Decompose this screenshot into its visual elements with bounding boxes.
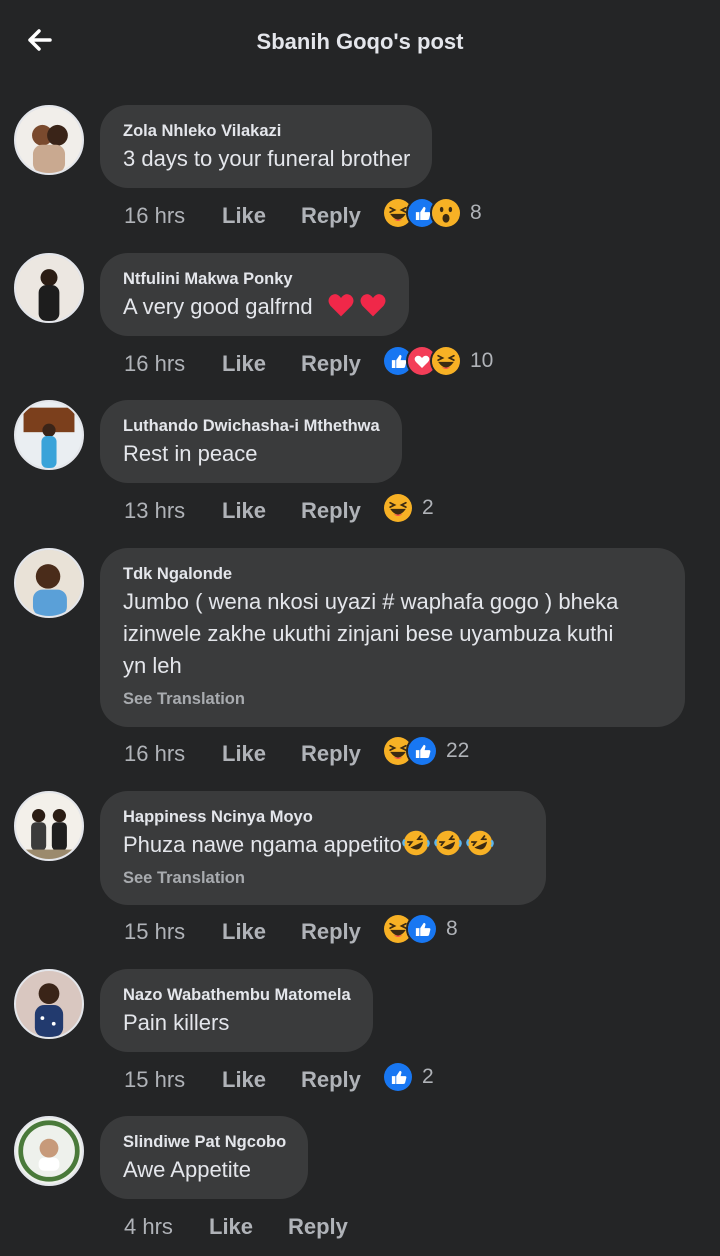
- avatar[interactable]: [14, 791, 84, 861]
- comment-time[interactable]: 13 hrs: [124, 498, 222, 524]
- reaction-summary[interactable]: 2: [382, 491, 434, 525]
- rofl-icon: [466, 829, 494, 857]
- reply-button[interactable]: Reply: [301, 741, 361, 767]
- comment-text: Jumbo ( wena nkosi uyazi # waphafa gogo …: [123, 586, 663, 682]
- avatar[interactable]: [14, 253, 84, 323]
- reaction-summary[interactable]: 22: [382, 734, 469, 768]
- avatar[interactable]: [14, 400, 84, 470]
- wow-icon: [430, 197, 462, 229]
- haha-icon: [430, 345, 462, 377]
- avatar[interactable]: [14, 1116, 84, 1186]
- comment-bubble[interactable]: Zola Nhleko Vilakazi 3 days to your fune…: [100, 105, 433, 188]
- comment-time[interactable]: 16 hrs: [124, 203, 222, 229]
- reaction-count: 2: [422, 1065, 434, 1088]
- reaction-count: 8: [470, 201, 482, 224]
- comment-text-line: izinwele zakhe ukuthi zinjani bese uyamb…: [123, 621, 614, 646]
- comment-text: A very good galfrnd: [123, 291, 387, 323]
- comment-text: Awe Appetite: [123, 1157, 252, 1182]
- avatar[interactable]: [14, 969, 84, 1039]
- comment-bubble[interactable]: Nazo Wabathembu Matomela Pain killers: [100, 969, 373, 1052]
- comment-time[interactable]: 15 hrs: [124, 919, 222, 945]
- comment-bubble[interactable]: Tdk Ngalonde Jumbo ( wena nkosi uyazi # …: [100, 548, 685, 727]
- like-button[interactable]: Like: [222, 741, 301, 767]
- comment-time[interactable]: 16 hrs: [124, 741, 222, 767]
- comment-text-line: Jumbo ( wena nkosi uyazi # waphafa gogo …: [123, 589, 619, 614]
- comment-text-content: A very good galfrnd: [123, 294, 313, 319]
- comment-actions: 15 hrs Like Reply: [124, 917, 361, 947]
- reply-button[interactable]: Reply: [301, 498, 361, 524]
- like-icon: [382, 1061, 414, 1093]
- comment-text: 3 days to your funeral brother: [123, 146, 411, 171]
- reaction-summary[interactable]: 8: [382, 912, 458, 946]
- comment-time[interactable]: 15 hrs: [124, 1067, 222, 1093]
- like-button[interactable]: Like: [222, 498, 301, 524]
- comment-text: Phuza nawe ngama appetito: [123, 829, 524, 861]
- comment-author[interactable]: Ntfulini Makwa Ponky: [123, 269, 387, 289]
- reply-button[interactable]: Reply: [301, 203, 361, 229]
- comment-actions: 15 hrs Like Reply: [124, 1065, 361, 1095]
- like-icon: [406, 735, 438, 767]
- comment-bubble[interactable]: Slindiwe Pat Ngcobo Awe Appetite: [100, 1116, 309, 1199]
- like-button[interactable]: Like: [209, 1214, 288, 1240]
- reply-button[interactable]: Reply: [301, 1067, 361, 1093]
- comment-actions: 16 hrs Like Reply: [124, 349, 361, 379]
- reply-button[interactable]: Reply: [301, 351, 361, 377]
- comment-author[interactable]: Nazo Wabathembu Matomela: [123, 985, 351, 1005]
- comment-author[interactable]: Zola Nhleko Vilakazi: [123, 121, 410, 141]
- comment-actions: 16 hrs Like Reply: [124, 201, 361, 231]
- comment-actions: 16 hrs Like Reply: [124, 739, 361, 769]
- comment-time[interactable]: 16 hrs: [124, 351, 222, 377]
- comment-time[interactable]: 4 hrs: [124, 1214, 209, 1240]
- reply-button[interactable]: Reply: [288, 1214, 348, 1240]
- comment-author[interactable]: Luthando Dwichasha-i Mthethwa: [123, 416, 380, 436]
- comment-text: Pain killers: [123, 1010, 230, 1035]
- comment-bubble[interactable]: Ntfulini Makwa Ponky A very good galfrnd: [100, 253, 409, 336]
- like-button[interactable]: Like: [222, 919, 301, 945]
- reaction-count: 8: [446, 917, 458, 940]
- top-bar: Sbanih Goqo's post: [0, 0, 720, 86]
- comment-actions: 13 hrs Like Reply: [124, 496, 361, 526]
- reaction-count: 10: [470, 349, 494, 372]
- like-button[interactable]: Like: [222, 351, 301, 377]
- heart-icon: [327, 291, 355, 319]
- reaction-summary[interactable]: 2: [382, 1060, 434, 1094]
- avatar[interactable]: [14, 105, 84, 175]
- reaction-count: 2: [422, 496, 434, 519]
- reaction-count: 22: [446, 739, 470, 762]
- like-button[interactable]: Like: [222, 1067, 301, 1093]
- like-icon: [406, 913, 438, 945]
- heart-icon: [359, 291, 387, 319]
- rofl-icon: [402, 829, 430, 857]
- see-translation-link[interactable]: See Translation: [123, 688, 663, 710]
- reaction-summary[interactable]: 10: [382, 344, 493, 378]
- comment-text-line: yn leh: [123, 653, 182, 678]
- avatar[interactable]: [14, 548, 84, 618]
- rofl-icon: [434, 829, 462, 857]
- comment-author[interactable]: Slindiwe Pat Ngcobo: [123, 1132, 286, 1152]
- like-button[interactable]: Like: [222, 203, 301, 229]
- comment-bubble[interactable]: Luthando Dwichasha-i Mthethwa Rest in pe…: [100, 400, 402, 483]
- comment-bubble[interactable]: Happiness Ncinya Moyo Phuza nawe ngama a…: [100, 791, 546, 905]
- page-title: Sbanih Goqo's post: [256, 29, 464, 54]
- comment-author[interactable]: Happiness Ncinya Moyo: [123, 807, 524, 827]
- comment-actions: 4 hrs Like Reply: [124, 1212, 348, 1242]
- comment-text-content: Phuza nawe ngama appetito: [123, 832, 402, 857]
- reaction-summary[interactable]: 8: [382, 196, 482, 230]
- comment-text: Rest in peace: [123, 441, 258, 466]
- haha-icon: [382, 492, 414, 524]
- see-translation-link[interactable]: See Translation: [123, 867, 524, 889]
- reply-button[interactable]: Reply: [301, 919, 361, 945]
- comment-author[interactable]: Tdk Ngalonde: [123, 564, 663, 584]
